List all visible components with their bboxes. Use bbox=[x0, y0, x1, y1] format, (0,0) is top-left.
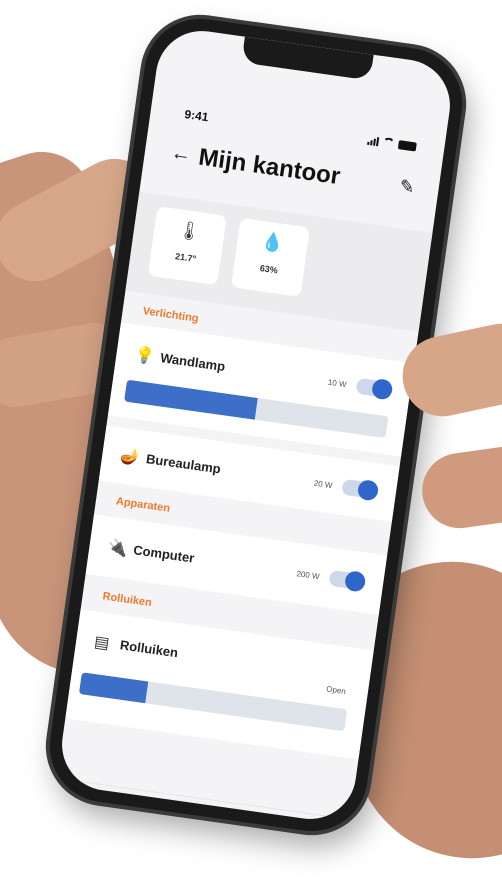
wifi-icon bbox=[381, 136, 396, 149]
blinds-state: Open bbox=[325, 684, 347, 697]
device-row-rolluiken[interactable]: ▤ Rolluiken Open bbox=[65, 609, 374, 760]
section-apparaten: Apparaten bbox=[115, 495, 171, 515]
device-power: 10 W bbox=[327, 377, 348, 390]
wandlamp-brightness-slider[interactable] bbox=[123, 379, 389, 439]
status-time: 9:41 bbox=[183, 107, 210, 125]
device-name: Rolluiken bbox=[119, 637, 180, 661]
device-power: 200 W bbox=[295, 569, 321, 582]
computer-toggle[interactable] bbox=[328, 569, 367, 593]
device-name: Wandlamp bbox=[159, 350, 227, 375]
temperature-value: 21.7° bbox=[174, 251, 197, 264]
notch bbox=[241, 36, 374, 81]
lightbulb-icon: 💡 bbox=[133, 346, 156, 367]
blinds-icon: ▤ bbox=[93, 633, 111, 653]
desk-lamp-icon: 🪔 bbox=[119, 447, 142, 468]
signal-icon bbox=[367, 135, 380, 147]
divider bbox=[56, 777, 351, 820]
humidity-card: 💧 63% bbox=[230, 217, 310, 297]
device-name: Computer bbox=[132, 542, 196, 566]
rolluiken-position-slider[interactable] bbox=[78, 672, 348, 732]
device-power: 20 W bbox=[313, 478, 333, 491]
wandlamp-toggle[interactable] bbox=[355, 377, 394, 401]
humidity-value: 63% bbox=[259, 263, 279, 276]
section-rolluiken: Rolluiken bbox=[101, 590, 153, 610]
bureaulamp-toggle[interactable] bbox=[341, 478, 380, 502]
temperature-card: 🌡 21.7° bbox=[147, 206, 227, 286]
plug-icon: 🔌 bbox=[106, 538, 129, 559]
section-verlichting: Verlichting bbox=[141, 305, 200, 325]
battery-icon bbox=[397, 139, 417, 152]
pencil-icon[interactable]: ✎ bbox=[398, 176, 416, 199]
droplet-icon: 💧 bbox=[260, 231, 286, 254]
page-title: Mijn kantoor bbox=[196, 143, 342, 191]
right-finger bbox=[417, 442, 502, 533]
status-icons bbox=[367, 135, 417, 152]
arrow-left-icon[interactable]: ← bbox=[169, 142, 193, 168]
device-name: Bureaulamp bbox=[145, 451, 222, 477]
thermometer-icon: 🌡 bbox=[176, 219, 203, 243]
